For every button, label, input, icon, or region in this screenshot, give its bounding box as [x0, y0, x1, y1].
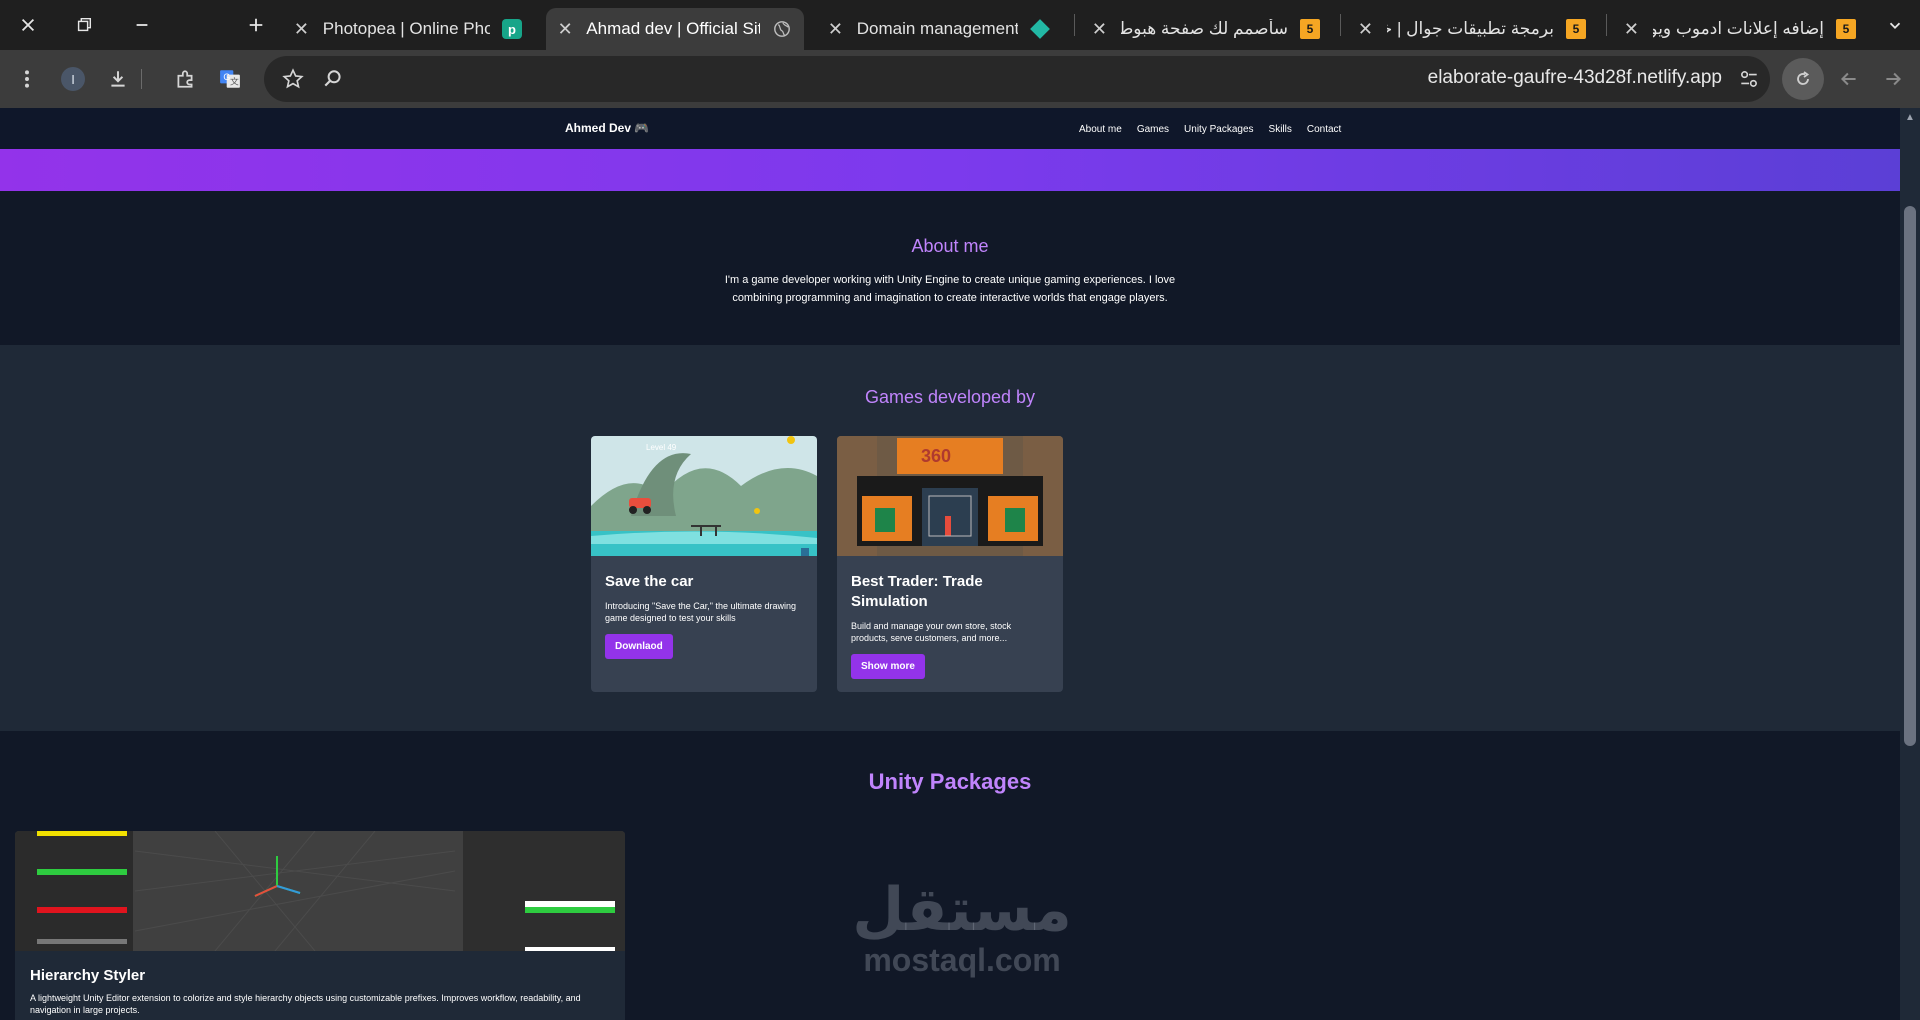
menu-kebab-icon[interactable] — [12, 64, 42, 94]
unity-title: Unity Packages — [868, 769, 1032, 794]
tab-photopea[interactable]: ✕ Photopea | Online Photo E p — [282, 8, 534, 50]
tab-title: برمجة تطبيقات جوال | خدمات — [1386, 19, 1554, 38]
back-arrow-icon[interactable] — [1834, 64, 1864, 94]
scroll-thumb[interactable] — [1904, 206, 1916, 746]
game-title: Save the car — [605, 573, 694, 590]
about-title: About me — [911, 236, 989, 256]
nav-games[interactable]: Games — [1137, 124, 1169, 135]
close-window-icon[interactable] — [0, 0, 56, 50]
close-tab-icon[interactable]: ✕ — [292, 19, 311, 40]
nav-contact[interactable]: Contact — [1307, 124, 1341, 135]
about-section: About me I'm a game developer working wi… — [0, 191, 1900, 353]
package-title: Hierarchy Styler — [30, 967, 146, 984]
tab-bar: ✕ Photopea | Online Photo E p ✕ Ahmad de… — [0, 0, 1920, 50]
game-title: Best Trader: Trade Simulation — [851, 573, 983, 610]
show-more-button[interactable]: Show more — [851, 654, 925, 679]
game-card: 360 Best Trader: Trade Simulation Build … — [837, 436, 1063, 692]
package-card: Hierarchy Styler A lightweight Unity Edi… — [15, 831, 625, 1020]
gamepad-icon: 🎮 — [634, 121, 650, 135]
bookmark-star-icon[interactable] — [278, 64, 308, 94]
thumb-level-label: Level 49 — [646, 443, 677, 452]
tab-ahmad-dev[interactable]: ✕ Ahmad dev | Official Site — [546, 8, 804, 50]
tab-title: Domain management | elab — [856, 19, 1018, 38]
close-tab-icon[interactable]: ✕ — [1622, 19, 1641, 40]
nav-skills[interactable]: Skills — [1269, 124, 1292, 135]
translate-icon[interactable]: G文 — [215, 64, 245, 94]
profile-initial: I — [61, 67, 85, 91]
game-thumbnail: Level 49 — [591, 436, 817, 556]
package-description: A lightweight Unity Editor extension to … — [30, 993, 581, 1015]
minimize-window-icon[interactable] — [114, 0, 170, 50]
nav-unity-packages[interactable]: Unity Packages — [1184, 124, 1253, 135]
games-section: Games developed by Level 49 Save the car… — [0, 345, 1900, 731]
tab-admob-ads[interactable]: ✕ إضافه إعلانات ادموب ويونتي 5 — [1612, 8, 1868, 50]
game-description: Introducing "Save the Car," the ultimate… — [605, 601, 796, 623]
close-tab-icon[interactable]: ✕ — [556, 19, 574, 40]
game-description: Build and manage your own store, stock p… — [851, 621, 1012, 643]
site-nav: About me Games Unity Packages Skills Con… — [1079, 124, 1341, 135]
svg-text:文: 文 — [230, 76, 239, 87]
download-icon[interactable] — [103, 64, 133, 94]
close-tab-icon[interactable]: ✕ — [826, 19, 845, 40]
site-settings-icon[interactable] — [1734, 64, 1764, 94]
tab-title: سأصمم لك صفحة هبوط احتر — [1120, 19, 1288, 38]
toolbar-divider — [136, 64, 146, 94]
gem-icon — [1030, 19, 1050, 39]
restore-window-icon[interactable] — [56, 0, 112, 50]
package-thumbnail — [15, 831, 625, 951]
profile-avatar[interactable]: I — [58, 64, 88, 94]
games-title: Games developed by — [864, 387, 1036, 407]
tab-landing-page[interactable]: ✕ سأصمم لك صفحة هبوط احتر 5 — [1080, 8, 1332, 50]
tab-separator — [1340, 14, 1341, 36]
tab-title: Ahmad dev | Official Site — [586, 19, 760, 38]
tab-title: إضافه إعلانات ادموب ويونتي — [1652, 19, 1824, 38]
site-logo[interactable]: Ahmed Dev 🎮 — [565, 121, 649, 135]
photopea-icon: p — [502, 19, 522, 39]
url-text[interactable]: elaborate-gaufre-43d28f.netlify.app — [1428, 67, 1722, 89]
tab-separator — [1606, 14, 1607, 36]
scroll-up-icon[interactable]: ▲ — [1904, 112, 1916, 124]
close-tab-icon[interactable]: ✕ — [1090, 19, 1109, 40]
download-button[interactable]: Downlaod — [605, 634, 673, 659]
tab-separator — [1074, 14, 1075, 36]
globe-icon — [772, 19, 792, 39]
mostaql-watermark: مستقل mostaql.com — [842, 880, 1082, 979]
reload-icon[interactable] — [1782, 58, 1824, 100]
nav-about[interactable]: About me — [1079, 124, 1122, 135]
five-icon: 5 — [1300, 19, 1320, 39]
forward-arrow-icon[interactable] — [1878, 64, 1908, 94]
about-text: I'm a game developer working with Unity … — [724, 274, 1176, 304]
extensions-icon[interactable] — [170, 64, 200, 94]
tab-domain-management[interactable]: ✕ Domain management | elab — [816, 8, 1062, 50]
tab-mobile-apps[interactable]: ✕ برمجة تطبيقات جوال | خدمات 5 — [1346, 8, 1598, 50]
game-thumbnail: 360 — [837, 436, 1063, 556]
page-scrollbar[interactable]: ▲ — [1900, 108, 1920, 1020]
site-header: Ahmed Dev 🎮 About me Games Unity Package… — [0, 108, 1900, 149]
tab-search-icon[interactable] — [1870, 0, 1920, 50]
game-card: Level 49 Save the car Introducing "Save … — [591, 436, 817, 692]
watermark-arabic: مستقل — [852, 875, 1072, 945]
store-sign-label: 360 — [921, 446, 951, 466]
five-icon: 5 — [1836, 19, 1856, 39]
logo-text: Ahmed Dev — [565, 121, 632, 135]
hero-banner — [0, 149, 1900, 191]
zoom-icon[interactable] — [318, 64, 348, 94]
close-tab-icon[interactable]: ✕ — [1356, 19, 1375, 40]
five-icon: 5 — [1566, 19, 1586, 39]
tab-title: Photopea | Online Photo E — [322, 19, 490, 38]
new-tab-icon[interactable] — [228, 0, 284, 50]
watermark-latin: mostaql.com — [863, 942, 1061, 978]
